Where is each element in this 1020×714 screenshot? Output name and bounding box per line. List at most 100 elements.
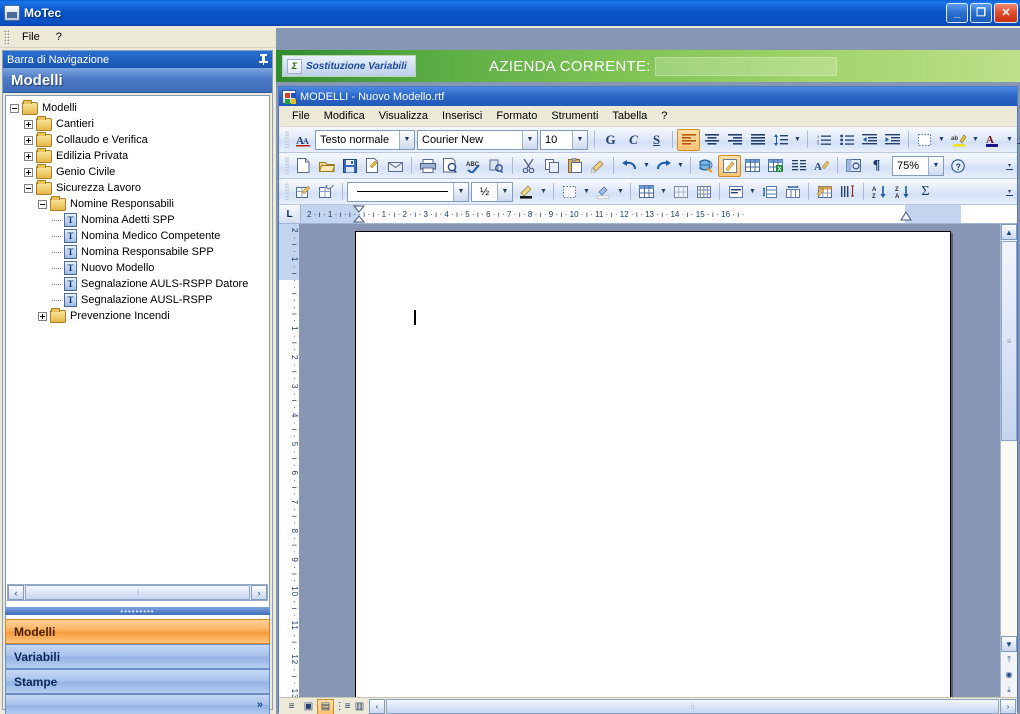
draw-table-icon[interactable] xyxy=(292,181,315,203)
doc-menu-formato[interactable]: Formato xyxy=(489,108,544,124)
insert-cells-icon[interactable] xyxy=(669,181,692,203)
chevron-down-icon[interactable]: ▼ xyxy=(453,182,468,201)
tree-node[interactable]: Modelli xyxy=(10,99,267,116)
tree-node[interactable]: Collaudo e Verifica xyxy=(10,131,267,148)
doc-menu-tabella[interactable]: Tabella xyxy=(605,108,654,124)
zoom-combo[interactable]: 75% ▼ xyxy=(892,155,944,176)
sidebar-item-variabili[interactable]: Variabili xyxy=(5,644,270,669)
horizontal-scrollbar[interactable]: ‹ ⦙⦙ › xyxy=(369,699,1016,714)
save-as-icon[interactable] xyxy=(361,155,384,177)
vertical-scroll-track[interactable] xyxy=(1001,442,1017,636)
toolbar-grip-icon[interactable] xyxy=(285,156,289,175)
borders-icon[interactable] xyxy=(558,181,581,203)
line-style-combo[interactable]: ▼ xyxy=(347,181,469,202)
sort-desc-icon[interactable]: Z A xyxy=(891,181,914,203)
font-size-combo[interactable]: 10 ▼ xyxy=(540,129,588,150)
sort-asc-icon[interactable]: A Z xyxy=(868,181,891,203)
vertical-ruler[interactable]: 2 · ı · 1 · ı · · ı · · ı · 1 · ı · 2 · … xyxy=(279,224,299,697)
collapse-icon[interactable] xyxy=(10,103,19,113)
italic-button[interactable]: C xyxy=(622,129,645,151)
tree-scroll-thumb[interactable]: ⦙⦙ xyxy=(25,585,250,600)
vertical-scroll-thumb[interactable]: ≡ xyxy=(1001,241,1017,441)
shading-icon[interactable] xyxy=(592,181,615,203)
sidebar-more-button[interactable]: » xyxy=(5,694,270,714)
open-icon[interactable] xyxy=(315,155,338,177)
spelling-icon[interactable]: ABC xyxy=(462,155,485,177)
undo-icon[interactable] xyxy=(618,155,641,177)
scroll-up-button[interactable]: ▲ xyxy=(1001,224,1017,240)
chevron-down-icon[interactable]: ▼ xyxy=(928,156,943,175)
autosum-icon[interactable]: Σ xyxy=(914,181,937,203)
help-icon[interactable]: ? xyxy=(946,155,969,177)
cut-icon[interactable] xyxy=(517,155,540,177)
chevron-down-icon[interactable]: ▼ xyxy=(581,181,592,203)
paste-icon[interactable] xyxy=(563,155,586,177)
tree-node[interactable]: T Nuovo Modello xyxy=(10,260,267,276)
bulleted-list-icon[interactable] xyxy=(835,129,858,151)
print-icon[interactable] xyxy=(416,155,439,177)
bold-button[interactable]: G xyxy=(599,129,622,151)
chevron-down-icon[interactable]: ▼ xyxy=(572,130,587,149)
merge-cells-icon[interactable] xyxy=(692,181,715,203)
font-family-combo[interactable]: Courier New ▼ xyxy=(417,129,538,150)
pin-icon[interactable] xyxy=(259,54,268,65)
tree-horizontal-scrollbar[interactable]: ‹ ⦙⦙ › xyxy=(7,584,268,601)
columns-icon[interactable] xyxy=(787,155,810,177)
tree-node[interactable]: Sicurezza Lavoro xyxy=(10,179,267,196)
document-page[interactable] xyxy=(355,231,951,697)
numbered-list-icon[interactable]: 12 3 xyxy=(812,129,835,151)
highlight-icon[interactable]: ab xyxy=(947,129,970,151)
toolbar-overflow-button[interactable]: ▾ xyxy=(1004,155,1015,177)
menu-help[interactable]: ? xyxy=(48,29,70,45)
hyperlink-icon[interactable] xyxy=(695,155,718,177)
menu-grip-icon[interactable] xyxy=(4,29,10,44)
view-reading-button[interactable]: ▥ xyxy=(351,699,368,714)
doc-menu-file[interactable]: File xyxy=(285,108,317,124)
view-normal-button[interactable]: ≡ xyxy=(283,699,300,714)
text-direction-icon[interactable] xyxy=(836,181,859,203)
autoformat-icon[interactable] xyxy=(813,181,836,203)
align-right-icon[interactable] xyxy=(723,129,746,151)
align-center-icon[interactable] xyxy=(700,129,723,151)
doc-menu-inserisci[interactable]: Inserisci xyxy=(435,108,489,124)
line-weight-combo[interactable]: ½ ▼ xyxy=(471,181,513,202)
toolbar-grip-icon[interactable] xyxy=(285,130,289,149)
minimize-button[interactable]: _ xyxy=(946,3,968,23)
view-web-button[interactable]: ▣ xyxy=(300,699,317,714)
format-painter-icon[interactable] xyxy=(586,155,609,177)
show-marks-icon[interactable]: ¶ xyxy=(865,155,888,177)
expand-icon[interactable] xyxy=(24,167,33,177)
tab-selector-button[interactable]: L xyxy=(279,205,301,223)
save-icon[interactable] xyxy=(338,155,361,177)
select-browse-object-button[interactable]: ◉ xyxy=(1002,667,1017,682)
tree-node[interactable]: T Segnalazione AUSL-RSPP xyxy=(10,292,267,308)
models-tree[interactable]: Modelli Cantieri Collaudo e Verifica Ediliz… xyxy=(5,95,270,636)
tree-node[interactable]: Genio Civile xyxy=(10,163,267,180)
chevron-down-icon[interactable]: ▼ xyxy=(615,181,626,203)
research-icon[interactable] xyxy=(485,155,508,177)
substitute-variables-button[interactable]: Σ Sostituzione Variabili xyxy=(282,55,416,77)
horizontal-scroll-thumb[interactable]: ⦙⦙ xyxy=(386,699,999,714)
chevron-down-icon[interactable]: ▼ xyxy=(792,129,803,151)
distribute-rows-icon[interactable] xyxy=(758,181,781,203)
mail-icon[interactable] xyxy=(384,155,407,177)
collapse-icon[interactable] xyxy=(24,183,33,193)
chevron-down-icon[interactable]: ▼ xyxy=(538,181,549,203)
insert-excel-icon[interactable]: X xyxy=(764,155,787,177)
table-icon[interactable] xyxy=(635,181,658,203)
current-company-value[interactable] xyxy=(654,56,837,76)
chevron-down-icon[interactable]: ▼ xyxy=(641,155,652,177)
print-preview-icon[interactable] xyxy=(439,155,462,177)
sidebar-item-modelli[interactable]: Modelli xyxy=(5,619,270,644)
tree-node[interactable]: Prevenzione Incendi xyxy=(10,307,267,324)
insert-table-icon[interactable] xyxy=(741,155,764,177)
decrease-indent-icon[interactable] xyxy=(858,129,881,151)
view-outline-button[interactable]: ⋮≡ xyxy=(334,699,351,714)
document-map-icon[interactable] xyxy=(842,155,865,177)
increase-indent-icon[interactable] xyxy=(881,129,904,151)
page-area[interactable] xyxy=(299,224,1000,697)
scroll-left-button[interactable]: ‹ xyxy=(369,699,385,714)
tree-scroll-right-button[interactable]: › xyxy=(251,585,267,600)
new-icon[interactable] xyxy=(292,155,315,177)
borders-icon[interactable] xyxy=(913,129,936,151)
